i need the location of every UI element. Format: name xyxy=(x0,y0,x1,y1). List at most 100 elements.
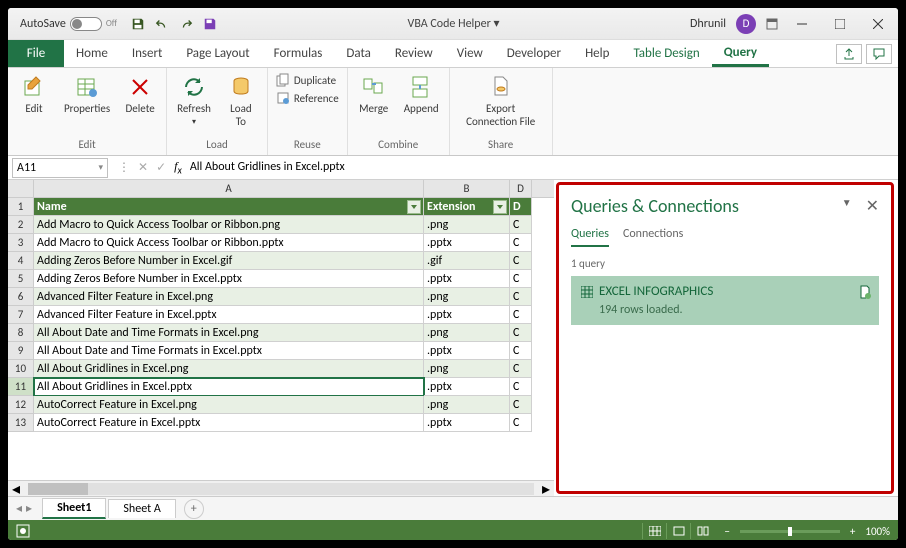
close-button[interactable] xyxy=(864,14,892,34)
export-connection-button[interactable]: Export Connection File xyxy=(456,72,546,130)
zoom-slider[interactable] xyxy=(740,530,840,533)
cell-name[interactable]: Adding Zeros Before Number in Excel.gif xyxy=(34,252,424,270)
doc-title[interactable]: VBA Code Helper ▾ xyxy=(217,16,690,31)
cell-d[interactable]: C xyxy=(510,342,532,360)
share-button[interactable] xyxy=(836,44,862,64)
duplicate-button[interactable]: Duplicate xyxy=(274,72,341,88)
autosave-toggle[interactable]: AutoSave Off xyxy=(20,17,117,31)
refresh-button[interactable]: Refresh▾ xyxy=(173,72,215,129)
row-header[interactable]: 10 xyxy=(8,360,34,378)
toggle-switch[interactable] xyxy=(70,17,102,31)
append-button[interactable]: Append xyxy=(400,72,443,117)
row-header[interactable]: 11 xyxy=(8,378,34,396)
cell-ext[interactable]: .pptx xyxy=(424,414,510,432)
cell-name[interactable]: All About Gridlines in Excel.png xyxy=(34,360,424,378)
properties-button[interactable]: Properties xyxy=(60,72,114,117)
name-box[interactable]: A11▾ xyxy=(12,158,108,178)
row-header[interactable]: 2 xyxy=(8,216,34,234)
table-row[interactable]: 10All About Gridlines in Excel.png.pngC xyxy=(8,360,554,378)
cell-d[interactable]: C xyxy=(510,396,532,414)
cell-ext[interactable]: .png xyxy=(424,324,510,342)
cell-name[interactable]: Add Macro to Quick Access Toolbar or Rib… xyxy=(34,216,424,234)
cell-ext[interactable]: .pptx xyxy=(424,306,510,324)
table-row[interactable]: 11All About Gridlines in Excel.pptx.pptx… xyxy=(8,378,554,396)
select-all-corner[interactable] xyxy=(8,180,34,197)
cell-ext[interactable]: .png xyxy=(424,288,510,306)
tab-table-design[interactable]: Table Design xyxy=(621,40,711,67)
row-header[interactable]: 13 xyxy=(8,414,34,432)
table-row[interactable]: 13AutoCorrect Feature in Excel.pptx.pptx… xyxy=(8,414,554,432)
cell-name[interactable]: Adding Zeros Before Number in Excel.pptx xyxy=(34,270,424,288)
cell-ext[interactable]: .pptx xyxy=(424,378,510,396)
header-d[interactable]: D xyxy=(510,198,532,216)
enter-icon[interactable]: ✓ xyxy=(156,160,166,175)
view-page-break-icon[interactable] xyxy=(690,523,714,539)
cell-name[interactable]: All About Gridlines in Excel.pptx xyxy=(34,378,424,396)
table-row[interactable]: 5Adding Zeros Before Number in Excel.ppt… xyxy=(8,270,554,288)
file-tab[interactable]: File xyxy=(8,40,64,67)
tab-page-layout[interactable]: Page Layout xyxy=(174,40,261,67)
record-macro-icon[interactable] xyxy=(16,524,30,538)
cell-d[interactable]: C xyxy=(510,306,532,324)
table-row[interactable]: 7Advanced Filter Feature in Excel.pptx.p… xyxy=(8,306,554,324)
tab-query[interactable]: Query xyxy=(712,40,769,67)
pane-tab-queries[interactable]: Queries xyxy=(571,227,609,247)
ribbon-display-icon[interactable] xyxy=(766,18,778,30)
h-scrollbar[interactable]: ◂▸ xyxy=(8,480,554,496)
header-name[interactable]: Name xyxy=(34,198,424,216)
cell-name[interactable]: AutoCorrect Feature in Excel.pptx xyxy=(34,414,424,432)
merge-button[interactable]: Merge xyxy=(354,72,394,117)
avatar[interactable]: D xyxy=(736,14,756,34)
sheet-nav-next-icon[interactable]: ▸ xyxy=(26,501,32,516)
zoom-in-icon[interactable]: + xyxy=(850,525,855,538)
cell-ext[interactable]: .pptx xyxy=(424,234,510,252)
comments-button[interactable] xyxy=(866,44,892,64)
save-icon-2[interactable] xyxy=(203,17,217,31)
sheet-tab-a[interactable]: Sheet A xyxy=(108,499,175,518)
cell-ext[interactable]: .pptx xyxy=(424,270,510,288)
table-row[interactable]: 9All About Date and Time Formats in Exce… xyxy=(8,342,554,360)
cell-d[interactable]: C xyxy=(510,324,532,342)
query-item[interactable]: EXCEL INFOGRAPHICS 194 rows loaded. xyxy=(571,276,879,325)
view-page-layout-icon[interactable] xyxy=(666,523,690,539)
redo-icon[interactable] xyxy=(179,17,193,31)
row-header[interactable]: 12 xyxy=(8,396,34,414)
tab-review[interactable]: Review xyxy=(383,40,445,67)
cell-d[interactable]: C xyxy=(510,270,532,288)
col-D[interactable]: D xyxy=(510,180,532,197)
cell-d[interactable]: C xyxy=(510,414,532,432)
row-header[interactable]: 9 xyxy=(8,342,34,360)
table-row[interactable]: 3Add Macro to Quick Access Toolbar or Ri… xyxy=(8,234,554,252)
row-header[interactable]: 7 xyxy=(8,306,34,324)
query-refresh-icon[interactable] xyxy=(859,285,871,299)
zoom-level[interactable]: 100% xyxy=(865,525,890,538)
delete-button[interactable]: Delete xyxy=(120,72,160,117)
formula-input[interactable] xyxy=(190,160,892,174)
tab-insert[interactable]: Insert xyxy=(120,40,175,67)
cell-ext[interactable]: .gif xyxy=(424,252,510,270)
sheet-tab-1[interactable]: Sheet1 xyxy=(42,498,106,519)
cell-ext[interactable]: .png xyxy=(424,396,510,414)
tab-help[interactable]: Help xyxy=(573,40,621,67)
table-row[interactable]: 8All About Date and Time Formats in Exce… xyxy=(8,324,554,342)
user-name[interactable]: Dhrunil xyxy=(690,17,726,31)
table-row[interactable]: 2Add Macro to Quick Access Toolbar or Ri… xyxy=(8,216,554,234)
cell-d[interactable]: C xyxy=(510,252,532,270)
loadto-button[interactable]: Load To xyxy=(221,72,261,130)
row-header[interactable]: 4 xyxy=(8,252,34,270)
row-header[interactable]: 1 xyxy=(8,198,34,216)
row-header[interactable]: 3 xyxy=(8,234,34,252)
cell-name[interactable]: All About Date and Time Formats in Excel… xyxy=(34,324,424,342)
row-header[interactable]: 8 xyxy=(8,324,34,342)
new-sheet-button[interactable]: + xyxy=(184,499,204,519)
worksheet[interactable]: A B D 1 Name Extension D 2Add Macro to Q… xyxy=(8,180,554,496)
col-B[interactable]: B xyxy=(424,180,510,197)
tab-home[interactable]: Home xyxy=(64,40,120,67)
cell-ext[interactable]: .png xyxy=(424,360,510,378)
header-ext[interactable]: Extension xyxy=(424,198,510,216)
tab-view[interactable]: View xyxy=(445,40,495,67)
save-icon[interactable] xyxy=(131,17,145,31)
cell-name[interactable]: All About Date and Time Formats in Excel… xyxy=(34,342,424,360)
tab-developer[interactable]: Developer xyxy=(495,40,573,67)
col-A[interactable]: A xyxy=(34,180,424,197)
